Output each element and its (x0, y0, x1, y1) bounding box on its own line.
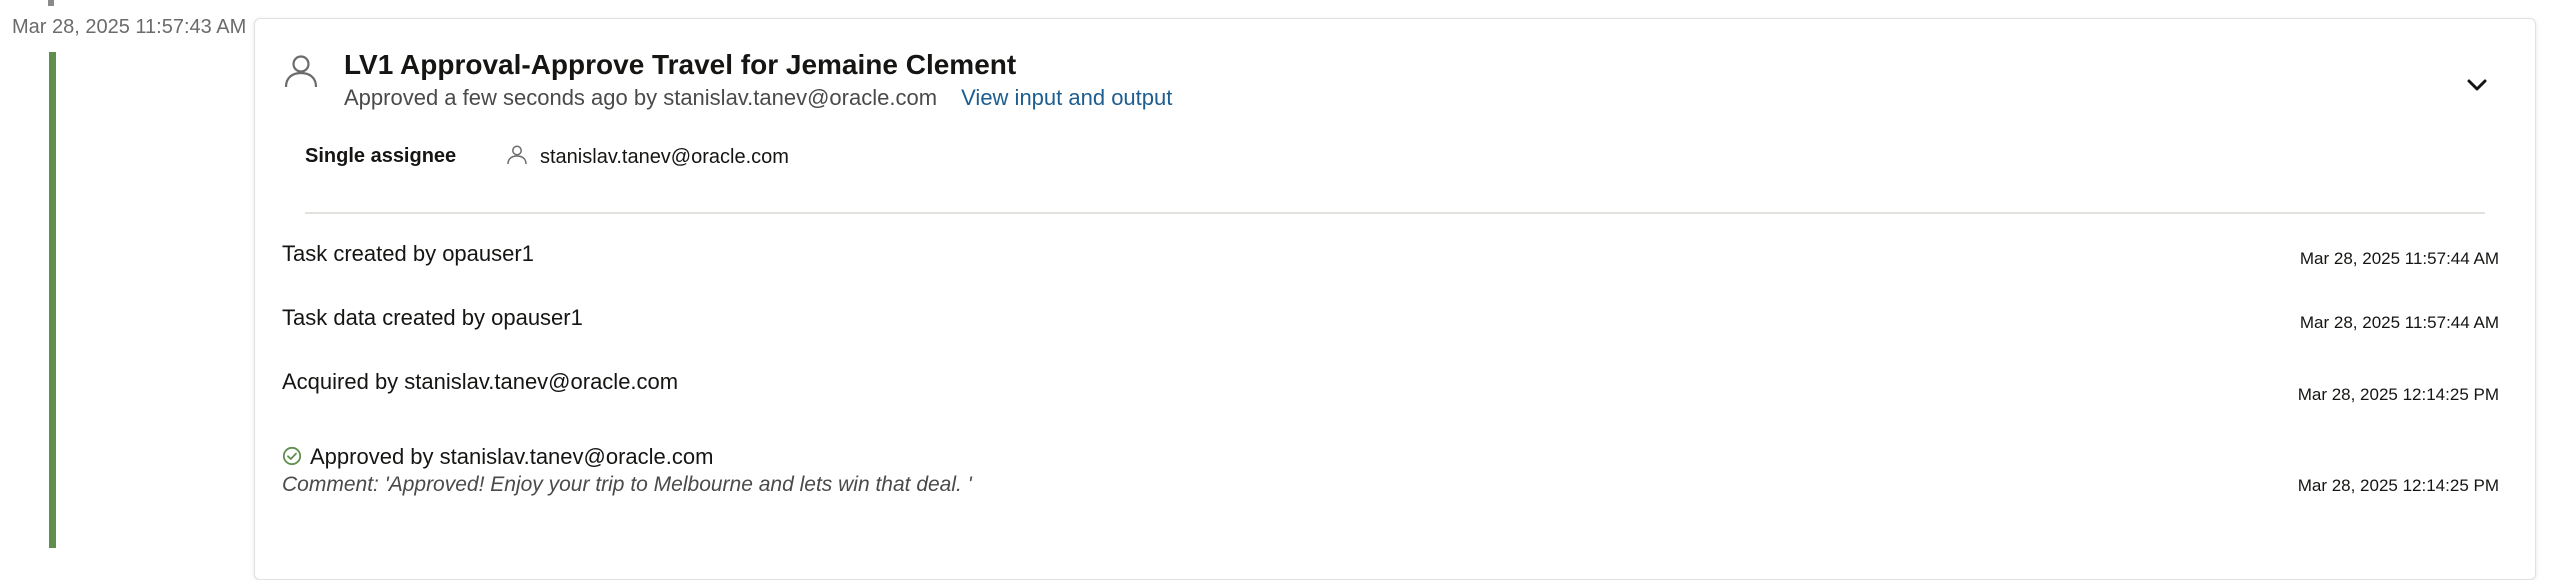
event-comment: Comment: 'Approved! Enjoy your trip to M… (282, 473, 972, 496)
person-icon (281, 51, 321, 91)
assignee-value: stanislav.tanev@oracle.com (540, 146, 789, 168)
view-input-output-link[interactable]: View input and output (961, 85, 1172, 110)
event-timestamp: Mar 28, 2025 11:57:44 AM (2299, 249, 2499, 268)
event-text: Acquired by stanislav.tanev@oracle.com (282, 369, 679, 394)
timeline-status-bar (49, 52, 56, 548)
person-icon (505, 143, 529, 167)
assignee-label: Single assignee (305, 145, 457, 167)
timeline-timestamp: Mar 28, 2025 11:57:43 AM (12, 16, 247, 38)
task-subtitle-row: Approved a few seconds ago by stanislav.… (344, 85, 1172, 111)
event-timestamp: Mar 28, 2025 12:14:25 PM (2297, 385, 2499, 404)
check-circle-icon (282, 446, 302, 466)
event-timestamp: Mar 28, 2025 11:57:44 AM (2299, 313, 2499, 332)
timeline-connector (48, 0, 54, 6)
divider (305, 212, 2485, 214)
event-timestamp: Mar 28, 2025 12:14:25 PM (2297, 476, 2499, 495)
event-text: Task data created by opauser1 (282, 305, 583, 330)
task-history-card: LV1 Approval-Approve Travel for Jemaine … (254, 18, 2536, 580)
task-status-text: Approved a few seconds ago by stanislav.… (344, 85, 938, 110)
chevron-down-icon[interactable] (2463, 71, 2491, 99)
task-title: LV1 Approval-Approve Travel for Jemaine … (344, 49, 1017, 80)
event-text: Approved by stanislav.tanev@oracle.com (310, 444, 714, 469)
event-text: Task created by opauser1 (282, 241, 534, 266)
